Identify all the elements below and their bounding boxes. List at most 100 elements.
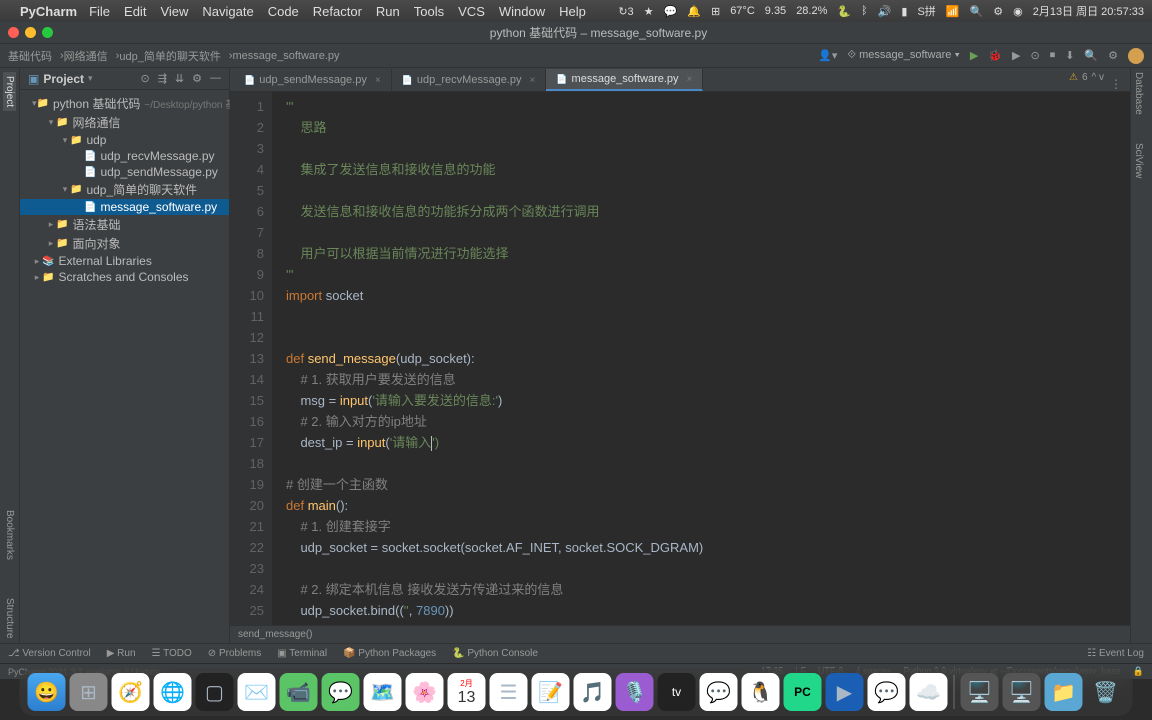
tv-icon[interactable]: tv <box>658 673 696 711</box>
search-everywhere-icon[interactable]: 🔍 <box>1084 49 1098 62</box>
python-icon[interactable]: 🐍 <box>837 5 851 18</box>
music-icon[interactable]: 🎵 <box>574 673 612 711</box>
launchpad-icon[interactable]: ⊞ <box>70 673 108 711</box>
maps-icon[interactable]: 🗺️ <box>364 673 402 711</box>
structure-tab[interactable]: Structure <box>3 594 16 643</box>
battery-icon[interactable]: ▮ <box>901 5 907 18</box>
star-icon[interactable]: ★ <box>644 5 654 18</box>
terminal-icon[interactable]: ▢ <box>196 673 234 711</box>
editor-breadcrumb[interactable]: send_message() <box>230 625 1130 643</box>
desktop-icon[interactable]: 🖥️ <box>1003 673 1041 711</box>
qq-icon[interactable]: 🐧 <box>742 673 780 711</box>
wechat-icon[interactable]: 💬 <box>700 673 738 711</box>
menu-view[interactable]: View <box>160 4 188 19</box>
siri-icon[interactable]: ◉ <box>1013 5 1023 18</box>
tree-folder[interactable]: ▾📁udp <box>20 132 229 148</box>
facetime-icon[interactable]: 📹 <box>280 673 318 711</box>
settings-icon[interactable]: ⚙ <box>1108 49 1118 62</box>
bell-icon[interactable]: 🔔 <box>687 5 701 18</box>
run-tab[interactable]: ▶ Run <box>107 648 136 659</box>
desktop-icon[interactable]: 🖥️ <box>961 673 999 711</box>
menu-run[interactable]: Run <box>376 4 400 19</box>
calendar-icon[interactable]: 2月13 <box>448 673 486 711</box>
vol-icon[interactable]: 🔊 <box>878 5 892 18</box>
breadcrumb[interactable]: udp_简单的聊天软件 <box>119 48 220 64</box>
close-button[interactable] <box>8 27 19 38</box>
debug-button[interactable]: 🐞 <box>988 49 1002 62</box>
run-button[interactable]: ▶ <box>970 49 978 62</box>
safari-icon[interactable]: 🧭 <box>112 673 150 711</box>
editor-tab[interactable]: 📄udp_recvMessage.py× <box>392 69 547 91</box>
select-opened-icon[interactable]: ⊙ <box>140 72 149 85</box>
tree-folder[interactable]: ▾📁udp_简单的聊天软件 <box>20 180 229 199</box>
refresh-icon[interactable]: ↻3 <box>618 5 633 18</box>
tree-file[interactable]: 📄udp_recvMessage.py <box>20 148 229 164</box>
project-header-label[interactable]: Project <box>43 72 84 86</box>
search-icon[interactable]: 🔍 <box>970 5 984 18</box>
close-icon[interactable]: × <box>687 74 693 85</box>
avatar-icon[interactable] <box>1128 48 1144 64</box>
code-area[interactable]: 1234567891011121314151617181920212223242… <box>230 92 1130 625</box>
tree-file-selected[interactable]: 📄message_software.py <box>20 199 229 215</box>
trash-icon[interactable]: 🗑️ <box>1087 673 1125 711</box>
python-console-tab[interactable]: 🐍 Python Console <box>452 648 538 659</box>
hide-icon[interactable]: — <box>210 72 221 85</box>
app-icon[interactable]: 💬 <box>868 673 906 711</box>
breadcrumb[interactable]: 网络通信 <box>64 48 108 64</box>
chrome-icon[interactable]: 🌐 <box>154 673 192 711</box>
breadcrumb[interactable]: message_software.py <box>233 50 340 62</box>
bookmarks-tab[interactable]: Bookmarks <box>3 506 16 564</box>
photos-icon[interactable]: 🌸 <box>406 673 444 711</box>
problems-tab[interactable]: ⊘ Problems <box>208 648 261 659</box>
run-config[interactable]: ⟐ message_software ▾ <box>847 49 960 62</box>
project-tool-tab[interactable]: Project <box>3 72 16 111</box>
tree-folder[interactable]: ▾📁网络通信 <box>20 113 229 132</box>
control-icon[interactable]: ⚙ <box>993 5 1003 18</box>
clock[interactable]: 2月13日 周日 20:57:33 <box>1033 3 1144 19</box>
todo-tab[interactable]: ☰ TODO <box>152 648 192 659</box>
grid-icon[interactable]: ⊞ <box>711 5 720 18</box>
inspection-widget[interactable]: ⚠6 ^ v <box>1069 72 1104 83</box>
downloads-icon[interactable]: 📁 <box>1045 673 1083 711</box>
chat-icon[interactable]: 💬 <box>664 5 678 18</box>
app-icon[interactable]: ▶ <box>826 673 864 711</box>
mail-icon[interactable]: ✉️ <box>238 673 276 711</box>
minimize-button[interactable] <box>25 27 36 38</box>
coverage-button[interactable]: ▶ <box>1012 49 1020 62</box>
lock-icon[interactable]: 🔒 <box>1133 666 1144 677</box>
finder-icon[interactable]: 😀 <box>28 673 66 711</box>
editor-tab-active[interactable]: 📄message_software.py× <box>546 69 703 91</box>
tree-folder[interactable]: ▸📁面向对象 <box>20 234 229 253</box>
tree-file[interactable]: 📄udp_sendMessage.py <box>20 164 229 180</box>
messages-icon[interactable]: 💬 <box>322 673 360 711</box>
tabs-more-icon[interactable]: ⋮ <box>1102 77 1130 91</box>
tree-external[interactable]: ▸📚External Libraries <box>20 253 229 269</box>
wifi-icon[interactable]: 📶 <box>946 5 960 18</box>
sciview-tab[interactable]: SciView <box>1131 139 1146 182</box>
expand-icon[interactable]: ⇶ <box>158 72 167 85</box>
notes-icon[interactable]: 📝 <box>532 673 570 711</box>
menu-file[interactable]: File <box>89 4 110 19</box>
event-log-tab[interactable]: ☷ Event Log <box>1087 648 1144 659</box>
menu-refactor[interactable]: Refactor <box>313 4 362 19</box>
tree-scratches[interactable]: ▸📁Scratches and Consoles <box>20 269 229 285</box>
bt-icon[interactable]: ᛒ <box>861 5 868 17</box>
menu-tools[interactable]: Tools <box>414 4 444 19</box>
tree-folder[interactable]: ▸📁语法基础 <box>20 215 229 234</box>
zoom-button[interactable] <box>42 27 53 38</box>
app-icon[interactable]: ☁️ <box>910 673 948 711</box>
tree-root[interactable]: ▾📁python 基础代码~/Desktop/python 基础代码 <box>20 94 229 113</box>
reminders-icon[interactable]: ☰ <box>490 673 528 711</box>
menu-code[interactable]: Code <box>268 4 299 19</box>
menu-vcs[interactable]: VCS <box>458 4 485 19</box>
stop-button[interactable]: ⏹ <box>1050 49 1056 62</box>
database-tab[interactable]: Database <box>1131 68 1146 119</box>
menu-edit[interactable]: Edit <box>124 4 146 19</box>
pycharm-icon[interactable]: PC <box>784 673 822 711</box>
packages-tab[interactable]: 📦 Python Packages <box>343 648 436 659</box>
breadcrumb[interactable]: 基础代码 <box>8 48 52 64</box>
podcasts-icon[interactable]: 🎙️ <box>616 673 654 711</box>
user-icon[interactable]: 👤▾ <box>818 49 837 62</box>
menu-navigate[interactable]: Navigate <box>202 4 253 19</box>
close-icon[interactable]: × <box>375 75 381 86</box>
